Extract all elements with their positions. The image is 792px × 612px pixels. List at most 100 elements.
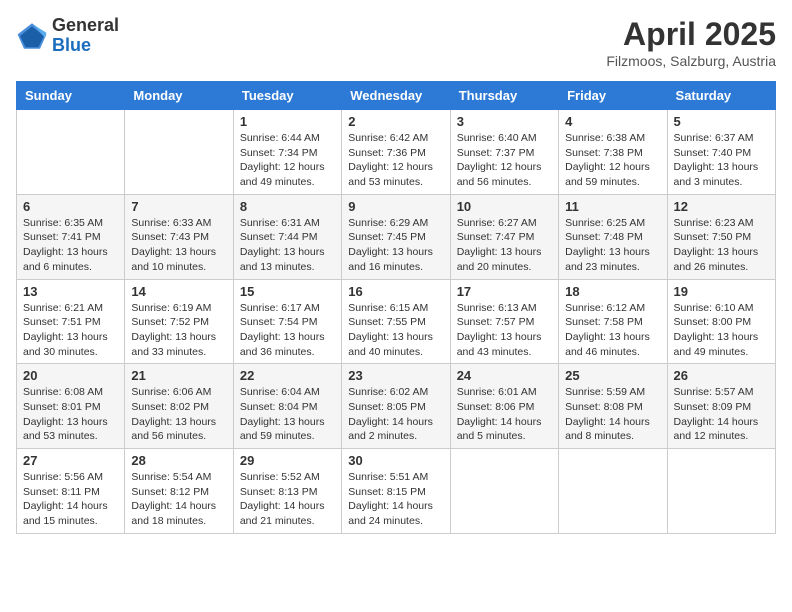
cell-content: Sunrise: 6:44 AMSunset: 7:34 PMDaylight:… bbox=[240, 131, 335, 190]
cell-content: Sunrise: 6:04 AMSunset: 8:04 PMDaylight:… bbox=[240, 385, 335, 444]
day-number: 8 bbox=[240, 199, 335, 214]
cell-line: Sunrise: 6:17 AM bbox=[240, 301, 335, 316]
day-number: 15 bbox=[240, 284, 335, 299]
cell-line: Daylight: 14 hours and 12 minutes. bbox=[674, 415, 769, 444]
cell-line: Daylight: 14 hours and 18 minutes. bbox=[131, 499, 226, 528]
cell-line: Sunset: 8:05 PM bbox=[348, 400, 443, 415]
calendar-cell: 26Sunrise: 5:57 AMSunset: 8:09 PMDayligh… bbox=[667, 364, 775, 449]
cell-content: Sunrise: 6:15 AMSunset: 7:55 PMDaylight:… bbox=[348, 301, 443, 360]
cell-line: Sunrise: 6:19 AM bbox=[131, 301, 226, 316]
day-number: 22 bbox=[240, 368, 335, 383]
day-number: 1 bbox=[240, 114, 335, 129]
cell-line: Sunset: 7:57 PM bbox=[457, 315, 552, 330]
cell-line: Daylight: 13 hours and 46 minutes. bbox=[565, 330, 660, 359]
cell-content: Sunrise: 6:33 AMSunset: 7:43 PMDaylight:… bbox=[131, 216, 226, 275]
calendar-subtitle: Filzmoos, Salzburg, Austria bbox=[606, 53, 776, 69]
cell-line: Sunrise: 6:27 AM bbox=[457, 216, 552, 231]
day-number: 11 bbox=[565, 199, 660, 214]
cell-line: Sunset: 7:41 PM bbox=[23, 230, 118, 245]
calendar-cell: 11 Sunrise: 6:25 AMSunset: 7:48 PMDayligh… bbox=[559, 194, 667, 279]
day-number: 4 bbox=[565, 114, 660, 129]
cell-line: Sunset: 7:45 PM bbox=[348, 230, 443, 245]
calendar-cell: 20Sunrise: 6:08 AMSunset: 8:01 PMDayligh… bbox=[17, 364, 125, 449]
calendar-cell: 15Sunrise: 6:17 AMSunset: 7:54 PMDayligh… bbox=[233, 279, 341, 364]
cell-content: Sunrise: 6:29 AMSunset: 7:45 PMDaylight:… bbox=[348, 216, 443, 275]
cell-line: Daylight: 12 hours and 59 minutes. bbox=[565, 160, 660, 189]
cell-line: Sunrise: 5:57 AM bbox=[674, 385, 769, 400]
day-number: 23 bbox=[348, 368, 443, 383]
cell-content: Sunrise: 6:10 AMSunset: 8:00 PMDaylight:… bbox=[674, 301, 769, 360]
cell-line: Daylight: 13 hours and 30 minutes. bbox=[23, 330, 118, 359]
cell-line: Sunrise: 6:12 AM bbox=[565, 301, 660, 316]
day-number: 3 bbox=[457, 114, 552, 129]
calendar-cell: 21Sunrise: 6:06 AMSunset: 8:02 PMDayligh… bbox=[125, 364, 233, 449]
cell-line: Sunset: 7:50 PM bbox=[674, 230, 769, 245]
day-number: 28 bbox=[131, 453, 226, 468]
cell-line: Sunset: 7:47 PM bbox=[457, 230, 552, 245]
cell-content: Sunrise: 5:59 AMSunset: 8:08 PMDaylight:… bbox=[565, 385, 660, 444]
calendar-cell: 25Sunrise: 5:59 AMSunset: 8:08 PMDayligh… bbox=[559, 364, 667, 449]
week-row-1: 1 Sunrise: 6:44 AMSunset: 7:34 PMDaylight… bbox=[17, 110, 776, 195]
cell-line: Sunset: 7:54 PM bbox=[240, 315, 335, 330]
calendar-cell bbox=[125, 110, 233, 195]
cell-line: Daylight: 14 hours and 5 minutes. bbox=[457, 415, 552, 444]
cell-line: Sunrise: 6:08 AM bbox=[23, 385, 118, 400]
day-number: 14 bbox=[131, 284, 226, 299]
day-header-wednesday: Wednesday bbox=[342, 82, 450, 110]
cell-content: Sunrise: 5:56 AMSunset: 8:11 PMDaylight:… bbox=[23, 470, 118, 529]
day-number: 17 bbox=[457, 284, 552, 299]
logo-text: General Blue bbox=[52, 16, 119, 56]
cell-content: Sunrise: 6:06 AMSunset: 8:02 PMDaylight:… bbox=[131, 385, 226, 444]
calendar-cell: 9Sunrise: 6:29 AMSunset: 7:45 PMDaylight… bbox=[342, 194, 450, 279]
cell-line: Sunset: 7:52 PM bbox=[131, 315, 226, 330]
cell-line: Daylight: 14 hours and 8 minutes. bbox=[565, 415, 660, 444]
cell-content: Sunrise: 6:31 AMSunset: 7:44 PMDaylight:… bbox=[240, 216, 335, 275]
day-number: 2 bbox=[348, 114, 443, 129]
cell-line: Sunrise: 6:21 AM bbox=[23, 301, 118, 316]
cell-line: Sunrise: 6:25 AM bbox=[565, 216, 660, 231]
calendar-table: SundayMondayTuesdayWednesdayThursdayFrid… bbox=[16, 81, 776, 534]
cell-line: Daylight: 13 hours and 43 minutes. bbox=[457, 330, 552, 359]
day-number: 6 bbox=[23, 199, 118, 214]
cell-content: Sunrise: 6:25 AMSunset: 7:48 PMDaylight:… bbox=[565, 216, 660, 275]
cell-line: Daylight: 13 hours and 26 minutes. bbox=[674, 245, 769, 274]
cell-line: Daylight: 13 hours and 13 minutes. bbox=[240, 245, 335, 274]
cell-content: Sunrise: 5:54 AMSunset: 8:12 PMDaylight:… bbox=[131, 470, 226, 529]
cell-line: Sunrise: 5:51 AM bbox=[348, 470, 443, 485]
cell-content: Sunrise: 5:52 AMSunset: 8:13 PMDaylight:… bbox=[240, 470, 335, 529]
cell-line: Sunset: 7:43 PM bbox=[131, 230, 226, 245]
cell-line: Sunrise: 5:52 AM bbox=[240, 470, 335, 485]
cell-line: Daylight: 13 hours and 40 minutes. bbox=[348, 330, 443, 359]
cell-line: Sunset: 7:37 PM bbox=[457, 146, 552, 161]
calendar-cell: 29 Sunrise: 5:52 AMSunset: 8:13 PMDayligh… bbox=[233, 449, 341, 534]
calendar-cell: 6Sunrise: 6:35 AMSunset: 7:41 PMDaylight… bbox=[17, 194, 125, 279]
calendar-cell: 30Sunrise: 5:51 AMSunset: 8:15 PMDayligh… bbox=[342, 449, 450, 534]
cell-line: Sunrise: 6:06 AM bbox=[131, 385, 226, 400]
cell-line: Daylight: 13 hours and 3 minutes. bbox=[674, 160, 769, 189]
cell-line: Sunset: 7:34 PM bbox=[240, 146, 335, 161]
week-row-2: 6Sunrise: 6:35 AMSunset: 7:41 PMDaylight… bbox=[17, 194, 776, 279]
day-number: 16 bbox=[348, 284, 443, 299]
cell-line: Sunset: 8:12 PM bbox=[131, 485, 226, 500]
cell-content: Sunrise: 6:19 AMSunset: 7:52 PMDaylight:… bbox=[131, 301, 226, 360]
calendar-cell: 18Sunrise: 6:12 AMSunset: 7:58 PMDayligh… bbox=[559, 279, 667, 364]
cell-line: Daylight: 13 hours and 56 minutes. bbox=[131, 415, 226, 444]
cell-line: Sunset: 7:51 PM bbox=[23, 315, 118, 330]
days-header-row: SundayMondayTuesdayWednesdayThursdayFrid… bbox=[17, 82, 776, 110]
cell-line: Daylight: 12 hours and 53 minutes. bbox=[348, 160, 443, 189]
day-number: 5 bbox=[674, 114, 769, 129]
cell-line: Sunrise: 6:15 AM bbox=[348, 301, 443, 316]
calendar-cell bbox=[667, 449, 775, 534]
cell-line: Daylight: 13 hours and 53 minutes. bbox=[23, 415, 118, 444]
cell-line: Sunrise: 6:29 AM bbox=[348, 216, 443, 231]
calendar-cell: 4Sunrise: 6:38 AMSunset: 7:38 PMDaylight… bbox=[559, 110, 667, 195]
day-number: 29 bbox=[240, 453, 335, 468]
day-header-tuesday: Tuesday bbox=[233, 82, 341, 110]
cell-line: Sunrise: 5:56 AM bbox=[23, 470, 118, 485]
cell-line: Daylight: 13 hours and 49 minutes. bbox=[674, 330, 769, 359]
page-header: General Blue April 2025 Filzmoos, Salzbu… bbox=[16, 16, 776, 69]
cell-line: Sunset: 7:55 PM bbox=[348, 315, 443, 330]
cell-line: Sunrise: 6:38 AM bbox=[565, 131, 660, 146]
day-header-friday: Friday bbox=[559, 82, 667, 110]
cell-line: Sunrise: 6:33 AM bbox=[131, 216, 226, 231]
